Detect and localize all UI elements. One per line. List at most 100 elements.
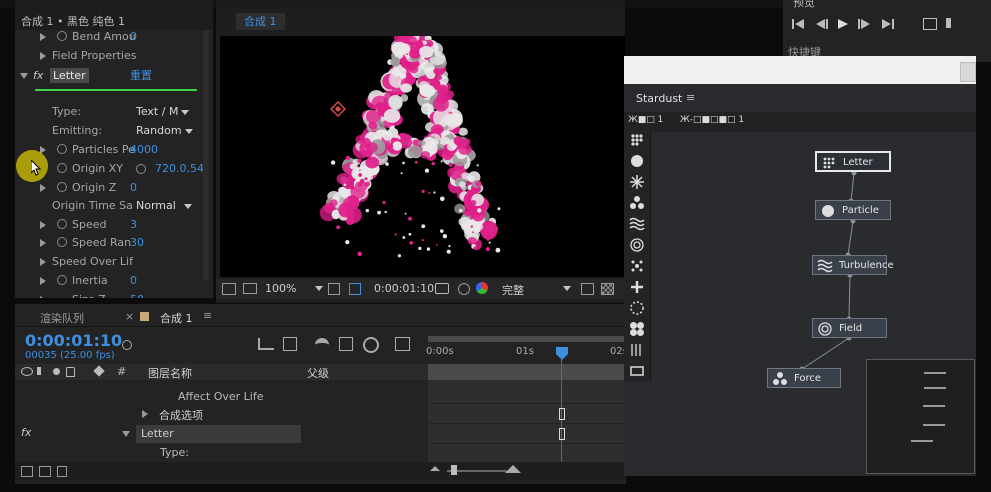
prop-value[interactable]: 720.0,54 [155, 159, 204, 178]
expand-arrow-icon[interactable] [40, 277, 46, 285]
scatter-tool-icon[interactable] [629, 258, 645, 274]
effect-header[interactable]: fx Letter 重置 [15, 66, 205, 85]
node-particle[interactable]: Particle [815, 200, 891, 220]
work-area-bar[interactable] [428, 336, 626, 342]
expand-arrow-icon[interactable] [40, 239, 46, 247]
monitor-icon[interactable] [243, 283, 257, 294]
node-field[interactable]: Field [812, 318, 887, 338]
prop-value[interactable]: 30 [130, 233, 144, 252]
stopwatch-icon[interactable] [57, 182, 67, 192]
prop-row[interactable]: Type: Text / M [15, 102, 205, 121]
toggle-modes-icon[interactable] [39, 466, 51, 477]
last-frame-icon[interactable] [882, 19, 894, 29]
expand-arrow-icon[interactable] [40, 296, 46, 298]
stopwatch-icon[interactable] [57, 144, 67, 154]
prop-row[interactable]: Inertia 0 [15, 271, 205, 290]
frame-blend-icon[interactable] [339, 337, 353, 351]
particle-tool-icon[interactable] [629, 153, 645, 169]
graph-editor-icon[interactable] [395, 337, 410, 351]
viewer-tab[interactable]: 合成 1 [236, 13, 285, 30]
camera-icon[interactable] [435, 283, 449, 294]
expand-arrow-icon[interactable] [142, 410, 148, 418]
resolution-value[interactable]: 完整 [502, 282, 524, 298]
prop-value[interactable]: 3 [130, 215, 137, 234]
panel-menu-icon[interactable]: ≡ [686, 91, 695, 104]
zoom-out-icon[interactable] [430, 466, 440, 471]
toggle-switches-icon[interactable] [21, 466, 33, 477]
collapse-arrow-icon[interactable] [122, 431, 130, 437]
letter-tool-icon[interactable] [629, 132, 645, 148]
expand-arrow-icon[interactable] [40, 52, 46, 60]
motion-blur-icon[interactable] [363, 337, 379, 353]
comp-flow-icon[interactable] [258, 338, 274, 350]
prop-row[interactable]: Bend Amou 0 [15, 27, 205, 46]
draft-3d-icon[interactable] [283, 337, 297, 351]
close-icon[interactable]: × [125, 310, 134, 323]
label-tag-icon[interactable] [93, 365, 105, 377]
expand-arrow-icon[interactable] [40, 258, 46, 266]
panel-scrollbar[interactable] [203, 30, 209, 280]
timeline-row[interactable]: Type: [15, 444, 428, 462]
reset-button[interactable]: 重置 [130, 66, 152, 85]
anchor-point-icon[interactable] [330, 101, 346, 117]
show-snapshot-icon[interactable] [458, 283, 470, 295]
stopwatch-icon[interactable] [57, 237, 67, 247]
prop-row[interactable]: Origin Time Sa Normal [15, 196, 205, 215]
collapse-arrow-icon[interactable] [20, 73, 28, 79]
snapshot-toggle-icon[interactable] [222, 283, 236, 295]
prop-row[interactable]: Speed Ran 30 [15, 233, 205, 252]
prop-row[interactable]: Emitting: Random [15, 121, 205, 140]
prop-row[interactable]: Origin Z 0 [15, 178, 205, 197]
zoom-level[interactable]: 100% [265, 282, 296, 295]
prop-value[interactable]: 4000 [130, 140, 158, 159]
prop-value[interactable]: 0 [130, 271, 137, 290]
crosshair-icon[interactable] [136, 164, 146, 174]
loop-icon[interactable] [923, 18, 937, 30]
zoom-caret-icon[interactable] [315, 286, 323, 291]
toggle-in-out-icon[interactable] [57, 466, 67, 477]
timeline-timecode[interactable]: 0:00:01:10 [25, 331, 122, 350]
fx-switch[interactable]: fx [21, 426, 31, 439]
region-icon[interactable] [349, 283, 361, 295]
layer-bar-area[interactable] [428, 364, 626, 462]
shy-layers-icon[interactable] [315, 338, 329, 353]
window-button[interactable] [960, 62, 976, 82]
stopwatch-icon[interactable] [57, 275, 67, 285]
node-turbulence[interactable]: Turbulence [812, 255, 894, 275]
spheres-tool-icon[interactable] [629, 321, 645, 337]
effect-name[interactable]: Letter [50, 68, 89, 83]
timeline-row[interactable]: fx Letter [15, 425, 428, 443]
prop-value[interactable]: 0 [130, 27, 137, 46]
timeline-row[interactable]: Affect Over Life [15, 387, 428, 405]
prop-value[interactable]: 0 [130, 178, 137, 197]
composition-canvas[interactable] [220, 36, 625, 277]
emitting-dropdown[interactable]: Random [136, 121, 193, 140]
prop-row[interactable]: Speed 3 [15, 215, 205, 234]
stopwatch-icon[interactable] [57, 31, 67, 41]
prop-row[interactable]: Size Z 50 [15, 290, 205, 298]
layer-duration-bar[interactable] [428, 364, 626, 380]
play-icon[interactable] [838, 19, 848, 29]
prop-value[interactable]: 50 [130, 290, 144, 298]
solo-icon[interactable] [53, 368, 60, 375]
zoom-slider-handle[interactable] [451, 465, 457, 475]
tab-render-queue[interactable]: 渲染队列 [40, 310, 84, 326]
fit-frame-icon[interactable] [328, 283, 340, 295]
emitter-tool-icon[interactable] [629, 174, 645, 190]
expand-arrow-icon[interactable] [40, 184, 46, 192]
zoom-in-icon[interactable] [505, 465, 521, 473]
prev-frame-icon[interactable] [816, 19, 828, 29]
field-tool-icon[interactable] [629, 237, 645, 253]
lock-icon[interactable] [66, 367, 75, 377]
region-of-interest-icon[interactable] [581, 283, 594, 295]
resolution-caret-icon[interactable] [563, 286, 571, 291]
wind-tool-icon[interactable] [629, 342, 645, 358]
expand-arrow-icon[interactable] [40, 221, 46, 229]
turbulence-tool-icon[interactable] [629, 216, 645, 232]
dotted-circle-tool-icon[interactable] [629, 300, 645, 316]
audio-icon[interactable] [946, 18, 961, 28]
audio-icon[interactable] [37, 367, 48, 375]
current-time[interactable]: 0:00:01:10 [374, 282, 434, 295]
keyframe-icon[interactable] [559, 408, 565, 420]
type-dropdown[interactable]: Text / M [136, 102, 190, 121]
